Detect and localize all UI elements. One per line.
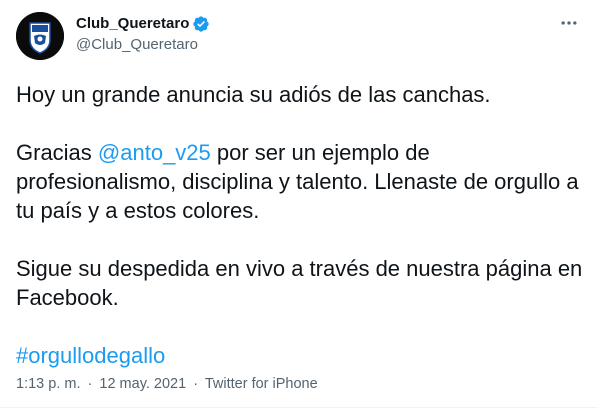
tweet-text: Hoy un grande anuncia su adiós de las ca… [16, 80, 584, 370]
tweet-paragraph-2: Gracias @anto_v25 por ser un ejemplo de … [16, 138, 584, 225]
tweet-paragraph-1: Hoy un grande anuncia su adiós de las ca… [16, 82, 491, 107]
avatar[interactable] [16, 12, 64, 60]
tweet-time[interactable]: 1:13 p. m. [16, 376, 80, 392]
separator-dot: · [193, 376, 199, 392]
tweet-metadata: 1:13 p. m. · 12 may. 2021 · Twitter for … [16, 374, 318, 394]
verified-badge-icon [192, 15, 210, 33]
separator-dot: · [87, 376, 93, 392]
author-block: Club_Queretaro @Club_Queretaro [76, 14, 210, 55]
tweet-source[interactable]: Twitter for iPhone [205, 376, 318, 392]
more-options-icon[interactable] [555, 13, 583, 33]
tweet-paragraph-4: #orgullodegallo [16, 341, 584, 370]
tweet-paragraph-3: Sigue su despedida en vivo a través de n… [16, 256, 583, 310]
mention-link[interactable]: @anto_v25 [98, 140, 211, 165]
tweet-card: Club_Queretaro @Club_Queretaro Hoy un gr… [0, 0, 597, 408]
club-crest-logo [16, 12, 64, 60]
text-fragment: Gracias [16, 140, 98, 165]
tweet-date[interactable]: 12 may. 2021 [99, 376, 186, 392]
display-name[interactable]: Club_Queretaro [76, 14, 189, 34]
hashtag-link[interactable]: #orgullodegallo [16, 343, 165, 368]
name-row: Club_Queretaro [76, 14, 210, 34]
user-handle[interactable]: @Club_Queretaro [76, 35, 210, 55]
